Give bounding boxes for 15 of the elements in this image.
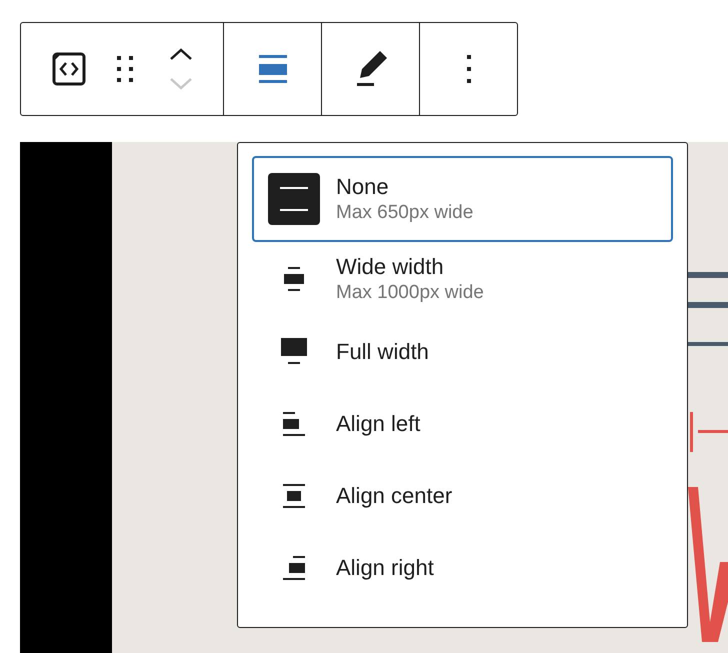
align-none-icon: [268, 173, 320, 225]
move-up-button[interactable]: [169, 47, 193, 61]
alignment-option[interactable]: Full width: [252, 316, 673, 388]
alignment-option[interactable]: Align left: [252, 388, 673, 460]
alignment-option[interactable]: Align center: [252, 460, 673, 532]
code-block-icon: [51, 51, 87, 87]
more-vertical-icon: [466, 54, 472, 84]
alignment-option[interactable]: Wide width Max 1000px wide: [252, 242, 673, 316]
alignment-option[interactable]: None Max 650px wide: [252, 156, 673, 242]
chevron-down-icon: [169, 77, 193, 91]
alignment-option[interactable]: Align right: [252, 532, 673, 604]
align-none-icon: [258, 53, 288, 85]
align-full-icon: [279, 337, 309, 367]
chevron-up-icon: [169, 47, 193, 61]
drag-handle-icon: [116, 54, 134, 84]
